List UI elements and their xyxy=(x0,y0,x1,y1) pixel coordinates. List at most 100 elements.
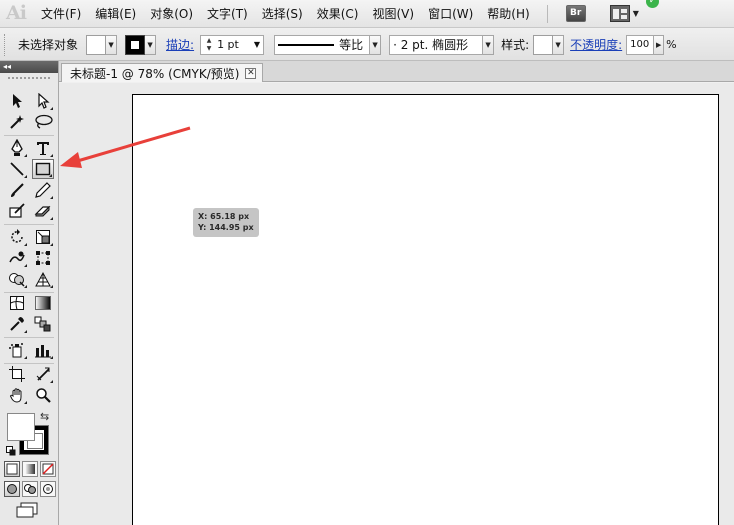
blob-brush-tool-icon[interactable] xyxy=(6,201,28,221)
graphic-style-swatch[interactable] xyxy=(533,34,554,55)
color-mode-icon[interactable] xyxy=(4,461,20,477)
style-label: 样式: xyxy=(501,38,530,52)
type-tool-icon[interactable] xyxy=(32,138,54,158)
artboard[interactable] xyxy=(132,94,719,525)
screen-mode-icon[interactable] xyxy=(15,502,41,521)
tools-collapse-button[interactable]: ◂◂ xyxy=(0,61,58,73)
shape-builder-tool-icon[interactable] xyxy=(6,269,28,289)
blend-tool-icon[interactable] xyxy=(32,314,54,334)
stroke-dropdown-icon[interactable]: ▼ xyxy=(145,34,157,55)
tools-divider xyxy=(4,135,54,136)
tool-flyout-icon xyxy=(50,196,53,199)
style-dropdown-icon[interactable]: ▼ xyxy=(553,34,565,55)
profile-dropdown-icon[interactable]: ▼ xyxy=(370,34,382,55)
cursor-coordinate-readout: X: 65.18 px Y: 144.95 px xyxy=(193,208,259,237)
close-icon[interactable]: ✕ xyxy=(245,67,257,79)
update-badge-icon: ✓ xyxy=(646,0,659,8)
stroke-weight-field[interactable]: ▲ ▼ 1 pt ▼ xyxy=(200,34,265,55)
menu-view[interactable]: 视图(V) xyxy=(365,0,421,28)
tools-divider xyxy=(4,224,54,225)
opacity-field[interactable]: 100 xyxy=(626,34,655,55)
canvas-area[interactable] xyxy=(59,83,734,525)
tool-flyout-icon xyxy=(24,243,27,246)
symbol-sprayer-tool-icon[interactable] xyxy=(6,340,28,360)
direct-selection-tool-icon[interactable] xyxy=(32,91,54,111)
draw-behind-icon[interactable] xyxy=(22,481,38,497)
opacity-panel-link[interactable]: 不透明度: xyxy=(570,36,622,53)
artboard-tool-icon[interactable] xyxy=(6,364,28,384)
eyedropper-tool-icon[interactable] xyxy=(6,314,28,334)
control-bar-grip[interactable] xyxy=(4,33,12,56)
gradient-mode-icon[interactable] xyxy=(22,461,38,477)
menu-help[interactable]: 帮助(H) xyxy=(480,0,536,28)
profile-line-icon xyxy=(278,43,335,46)
eraser-tool-icon[interactable] xyxy=(32,201,54,221)
gradient-tool-icon[interactable] xyxy=(32,293,54,313)
free-transform-tool-icon[interactable] xyxy=(32,248,54,268)
none-mode-icon[interactable] xyxy=(40,461,56,477)
workspace-layout-icon[interactable] xyxy=(609,5,630,22)
stroke-weight-spinner-icon[interactable]: ▲ ▼ xyxy=(204,37,214,53)
menu-edit[interactable]: 编辑(E) xyxy=(88,0,143,28)
tools-panel: ◂◂ ⇆ xyxy=(0,61,59,525)
cursor-x-readout: X: 65.18 px xyxy=(198,212,250,221)
tool-flyout-icon xyxy=(50,154,53,157)
pen-tool-icon[interactable] xyxy=(6,138,28,158)
tools-grip[interactable] xyxy=(8,77,50,87)
magic-wand-tool-icon[interactable] xyxy=(6,112,28,132)
tool-flyout-icon xyxy=(24,175,27,178)
stroke-panel-link[interactable]: 描边: xyxy=(166,36,194,53)
tool-flyout-icon xyxy=(24,285,27,288)
stroke-swatch[interactable] xyxy=(125,34,146,55)
illustrator-window: Ai 文件(F) 编辑(E) 对象(O) 文字(T) 选择(S) 效果(C) 视… xyxy=(0,0,734,525)
menu-type[interactable]: 文字(T) xyxy=(200,0,255,28)
rotate-tool-icon[interactable] xyxy=(6,227,28,247)
tool-flyout-icon xyxy=(50,217,53,220)
brush-definition[interactable]: · 2 pt. 椭圆形 xyxy=(389,34,484,55)
document-tab-bar: 未标题-1 @ 78% (CMYK/预览) ✕ xyxy=(59,61,734,82)
pencil-tool-icon[interactable] xyxy=(32,180,54,200)
tool-flyout-icon xyxy=(24,154,27,157)
selection-tool-icon[interactable] xyxy=(6,91,28,111)
line-segment-tool-icon[interactable] xyxy=(6,159,28,179)
swap-fill-stroke-icon[interactable]: ⇆ xyxy=(40,410,49,423)
menu-divider xyxy=(546,4,548,23)
tool-flyout-icon xyxy=(50,356,53,359)
lasso-tool-icon[interactable] xyxy=(32,112,54,132)
hand-tool-icon[interactable] xyxy=(6,385,28,405)
brush-dropdown-icon[interactable]: ▼ xyxy=(483,34,495,55)
rectangle-tool-icon[interactable] xyxy=(32,159,54,179)
selection-status: 未选择对象 xyxy=(18,38,79,52)
stroke-weight-dropdown-icon[interactable]: ▼ xyxy=(254,36,260,54)
perspective-grid-tool-icon[interactable] xyxy=(32,269,54,289)
menu-file[interactable]: 文件(F) xyxy=(34,0,88,28)
bridge-icon[interactable]: Br xyxy=(565,5,586,22)
document-tab[interactable]: 未标题-1 @ 78% (CMYK/预览) ✕ xyxy=(61,63,264,82)
workspace-dropdown-icon[interactable]: ▼ xyxy=(633,9,639,18)
menu-object[interactable]: 对象(O) xyxy=(143,0,200,28)
tool-flyout-icon xyxy=(50,243,53,246)
slice-tool-icon[interactable] xyxy=(32,364,54,384)
zoom-tool-icon[interactable] xyxy=(32,385,54,405)
fill-swatch[interactable] xyxy=(86,34,107,55)
mesh-tool-icon[interactable] xyxy=(6,293,28,313)
draw-normal-icon[interactable] xyxy=(4,481,20,497)
fill-dropdown-icon[interactable]: ▼ xyxy=(106,34,118,55)
cursor-y-readout: Y: 144.95 px xyxy=(198,223,254,232)
opacity-dropdown-icon[interactable]: ▶ xyxy=(654,34,665,55)
draw-inside-icon[interactable] xyxy=(40,481,56,497)
column-graph-tool-icon[interactable] xyxy=(32,340,54,360)
menu-effect[interactable]: 效果(C) xyxy=(310,0,366,28)
fill-color-box[interactable] xyxy=(7,413,35,441)
app-logo: Ai xyxy=(6,1,27,24)
control-bar: 未选择对象 ▼ ▼ 描边: ▲ ▼ 1 pt ▼ 等比 ▼ · 2 pt. 椭圆形… xyxy=(0,29,734,61)
menu-window[interactable]: 窗口(W) xyxy=(421,0,480,28)
tool-flyout-icon xyxy=(24,264,27,267)
fill-stroke-control: ⇆ xyxy=(6,410,52,458)
default-fill-stroke-icon[interactable] xyxy=(6,445,16,456)
paintbrush-tool-icon[interactable] xyxy=(6,180,28,200)
scale-tool-icon[interactable] xyxy=(32,227,54,247)
menu-select[interactable]: 选择(S) xyxy=(255,0,310,28)
warp-tool-icon[interactable] xyxy=(6,248,28,268)
variable-width-profile[interactable]: 等比 xyxy=(274,34,371,55)
